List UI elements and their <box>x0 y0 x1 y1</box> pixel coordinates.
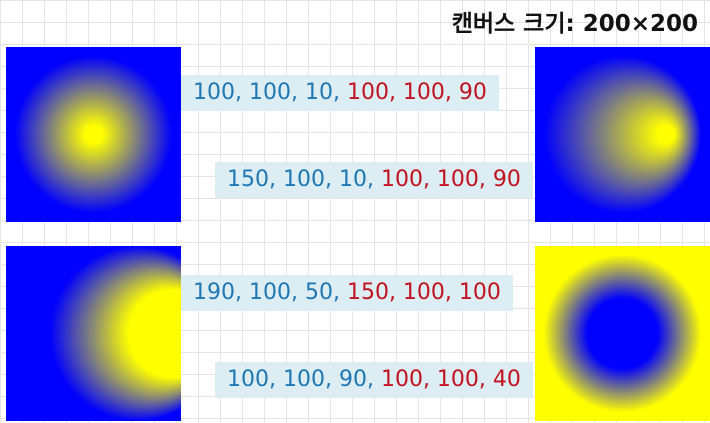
start-circle-params: 150, 100, 10 <box>227 167 367 192</box>
gradient-params-label-1: 100, 100, 10, 100, 100, 90 <box>181 75 499 111</box>
start-circle-params: 190, 100, 50 <box>193 280 333 305</box>
start-circle-params: 100, 100, 10 <box>193 80 333 105</box>
end-circle-params: 100, 100, 90 <box>346 80 487 105</box>
gradient-canvas-4 <box>535 246 710 421</box>
gradient-canvas-1 <box>6 47 181 222</box>
gradient-canvas-2 <box>535 47 710 222</box>
gradient-params-label-4: 100, 100, 90, 100, 100, 40 <box>215 362 533 398</box>
gradient-params-label-3: 190, 100, 50, 150, 100, 100 <box>181 275 513 311</box>
gradient-params-label-2: 150, 100, 10, 100, 100, 90 <box>215 162 533 198</box>
end-circle-params: 100, 100, 40 <box>380 367 521 392</box>
end-circle-params: 100, 100, 90 <box>380 167 521 192</box>
page-title: 캔버스 크기: 200×200 <box>451 11 698 37</box>
end-circle-params: 150, 100, 100 <box>346 280 501 305</box>
start-circle-params: 100, 100, 90 <box>227 367 367 392</box>
gradient-canvas-3 <box>6 246 181 421</box>
